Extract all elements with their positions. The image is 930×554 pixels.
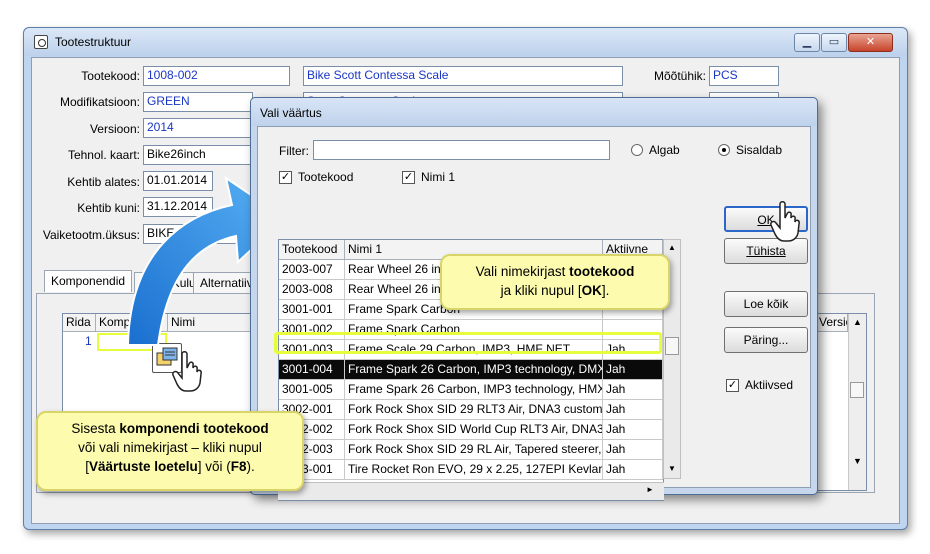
radio-contains-label: Sisaldab	[736, 143, 783, 157]
dialog-titlebar[interactable]: Vali väärtus	[251, 98, 817, 126]
grid-scroll-thumb[interactable]	[850, 382, 864, 398]
minimize-button[interactable]: ▁	[794, 33, 820, 52]
scroll-up-icon[interactable]: ▲	[853, 317, 862, 327]
selection-highlight	[274, 332, 662, 354]
scroll-down-icon[interactable]: ▼	[853, 456, 862, 466]
close-button[interactable]: ✕	[848, 33, 893, 52]
list-row[interactable]: 3001-005 Frame Spark 26 Carbon, IMP3 tech…	[279, 380, 663, 400]
list-cell-code: 2003-007	[279, 260, 345, 280]
tab-alternatives[interactable]: Alternatiivid	[193, 272, 253, 294]
callout-bottom-line3: [Väärtuste loetelu] või (F8).	[85, 459, 255, 474]
cancel-button-label: Tühista	[746, 244, 786, 258]
hand-cursor-icon-2	[172, 351, 202, 392]
valid-to-field[interactable]: 31.12.2014	[143, 197, 213, 217]
list-header-code[interactable]: Tootekood	[279, 240, 345, 260]
list-cell-active: Jah	[603, 440, 663, 460]
grid-vscroll[interactable]: ▲ ▼	[848, 314, 866, 490]
checkbox-active-label: Aktiivsed	[745, 378, 794, 392]
list-cell-active: Jah	[603, 380, 663, 400]
callout-top-line2: ja kliki nupul [OK].	[500, 283, 610, 298]
query-button[interactable]: Päring...	[724, 327, 808, 353]
grid-header-name[interactable]: Nimi	[168, 314, 263, 332]
main-titlebar[interactable]: Tootestruktuur ▁ ▭ ✕	[24, 28, 907, 56]
app-icon	[34, 35, 48, 49]
checkbox-code-label: Tootekood	[298, 170, 354, 184]
load-all-button[interactable]: Loe kõik	[724, 291, 808, 317]
tab-components[interactable]: Komponendid	[44, 270, 133, 292]
label-valid-from: Kehtib alates:	[67, 175, 140, 189]
product-code-field[interactable]: 1008-002	[143, 66, 290, 86]
list-cell-name: Tire Rocket Ron EVO, 29 x 2.25, 127EPI K…	[345, 460, 603, 480]
label-product-code: Tootekood:	[81, 69, 140, 83]
product-name-field[interactable]: Bike Scott Contessa Scale	[303, 66, 623, 86]
list-scroll-up-icon[interactable]: ▲	[668, 243, 676, 252]
grid-header-component[interactable]: Komponent	[96, 314, 168, 332]
checkbox-code[interactable]: ✓	[279, 171, 292, 184]
valid-from-field[interactable]: 01.01.2014	[143, 171, 213, 191]
label-valid-to: Kehtib kuni:	[77, 201, 140, 215]
list-cell-code: 3001-001	[279, 300, 345, 320]
label-unit: Mõõtühik:	[653, 69, 706, 83]
grid-row-number: 1	[85, 334, 92, 348]
list-scroll-thumb[interactable]	[665, 337, 679, 355]
list-cell-active: Jah	[603, 460, 663, 480]
dialog-title: Vali väärtus	[260, 106, 322, 120]
label-tech-card: Tehnol. kaart:	[67, 148, 140, 162]
window-title: Tootestruktuur	[55, 35, 132, 49]
unit-field[interactable]: PCS	[709, 66, 779, 86]
callout-select-code: Vali nimekirjast tootekood ja kliki nupu…	[440, 254, 670, 310]
list-cell-code: 3001-004	[279, 360, 345, 380]
callout-top-line1: Vali nimekirjast tootekood	[475, 264, 635, 279]
filter-label: Filter:	[279, 144, 309, 158]
grid-right-part: Versioon ▲ ▼	[817, 313, 867, 491]
list-cell-name: Frame Spark 26 Carbon, IMP3 technology, …	[345, 360, 603, 380]
list-row[interactable]: 3002-002 Fork Rock Shox SID World Cup RLT…	[279, 420, 663, 440]
maximize-button[interactable]: ▭	[821, 33, 847, 52]
list-cell-name: Fork Rock Shox SID World Cup RLT3 Air, D…	[345, 420, 603, 440]
radio-starts[interactable]	[631, 144, 643, 156]
label-version: Versioon:	[89, 122, 140, 136]
list-row[interactable]: 3003-001 Tire Rocket Ron EVO, 29 x 2.25, …	[279, 460, 663, 480]
radio-contains[interactable]	[718, 144, 730, 156]
list-cell-active: Jah	[603, 420, 663, 440]
list-scroll-right-icon[interactable]: ►	[646, 485, 654, 494]
grid-header-row[interactable]: Rida	[63, 314, 96, 332]
list-row[interactable]: 3001-004 Frame Spark 26 Carbon, IMP3 tech…	[279, 360, 663, 380]
list-scroll-down-icon[interactable]: ▼	[668, 464, 676, 473]
callout-enter-component: Sisesta komponendi tootekood või vali ni…	[36, 411, 304, 491]
label-modification: Modifikatsioon:	[59, 95, 140, 109]
callout-bottom-line2: või vali nimekirjast – kliki nupul	[78, 440, 262, 455]
callout-bottom-line1: Sisesta komponendi tootekood	[71, 421, 269, 436]
list-cell-code: 3001-005	[279, 380, 345, 400]
list-cell-active: Jah	[603, 400, 663, 420]
version-field[interactable]: 2014	[143, 118, 253, 138]
filter-input[interactable]	[313, 140, 610, 160]
hand-cursor-icon	[770, 201, 800, 242]
list-cell-code: 2003-008	[279, 280, 345, 300]
radio-starts-label: Algab	[649, 143, 680, 157]
list-cell-name: Fork Rock Shox SID 29 RL Air, Tapered st…	[345, 440, 603, 460]
modification-field[interactable]: GREEN	[143, 92, 253, 112]
checkbox-active[interactable]: ✓	[726, 379, 739, 392]
list-cell-name: Frame Spark 26 Carbon, IMP3 technology, …	[345, 380, 603, 400]
label-default-unit: Vaiketootm.üksus:	[42, 228, 140, 242]
checkbox-name-label: Nimi 1	[421, 170, 456, 184]
list-cell-name: Fork Rock Shox SID 29 RLT3 Air, DNA3 cus…	[345, 400, 603, 420]
tech-card-field[interactable]: Bike26inch	[143, 145, 253, 165]
grid-header-version[interactable]: Versioon	[818, 314, 848, 332]
list-hscroll[interactable]: ►	[278, 482, 664, 500]
list-row[interactable]: 3002-003 Fork Rock Shox SID 29 RL Air, Ta…	[279, 440, 663, 460]
list-cell-active: Jah	[603, 360, 663, 380]
default-unit-field[interactable]: BIKE	[143, 224, 251, 244]
checkbox-name[interactable]: ✓	[402, 171, 415, 184]
list-row[interactable]: 3002-001 Fork Rock Shox SID 29 RLT3 Air, …	[279, 400, 663, 420]
